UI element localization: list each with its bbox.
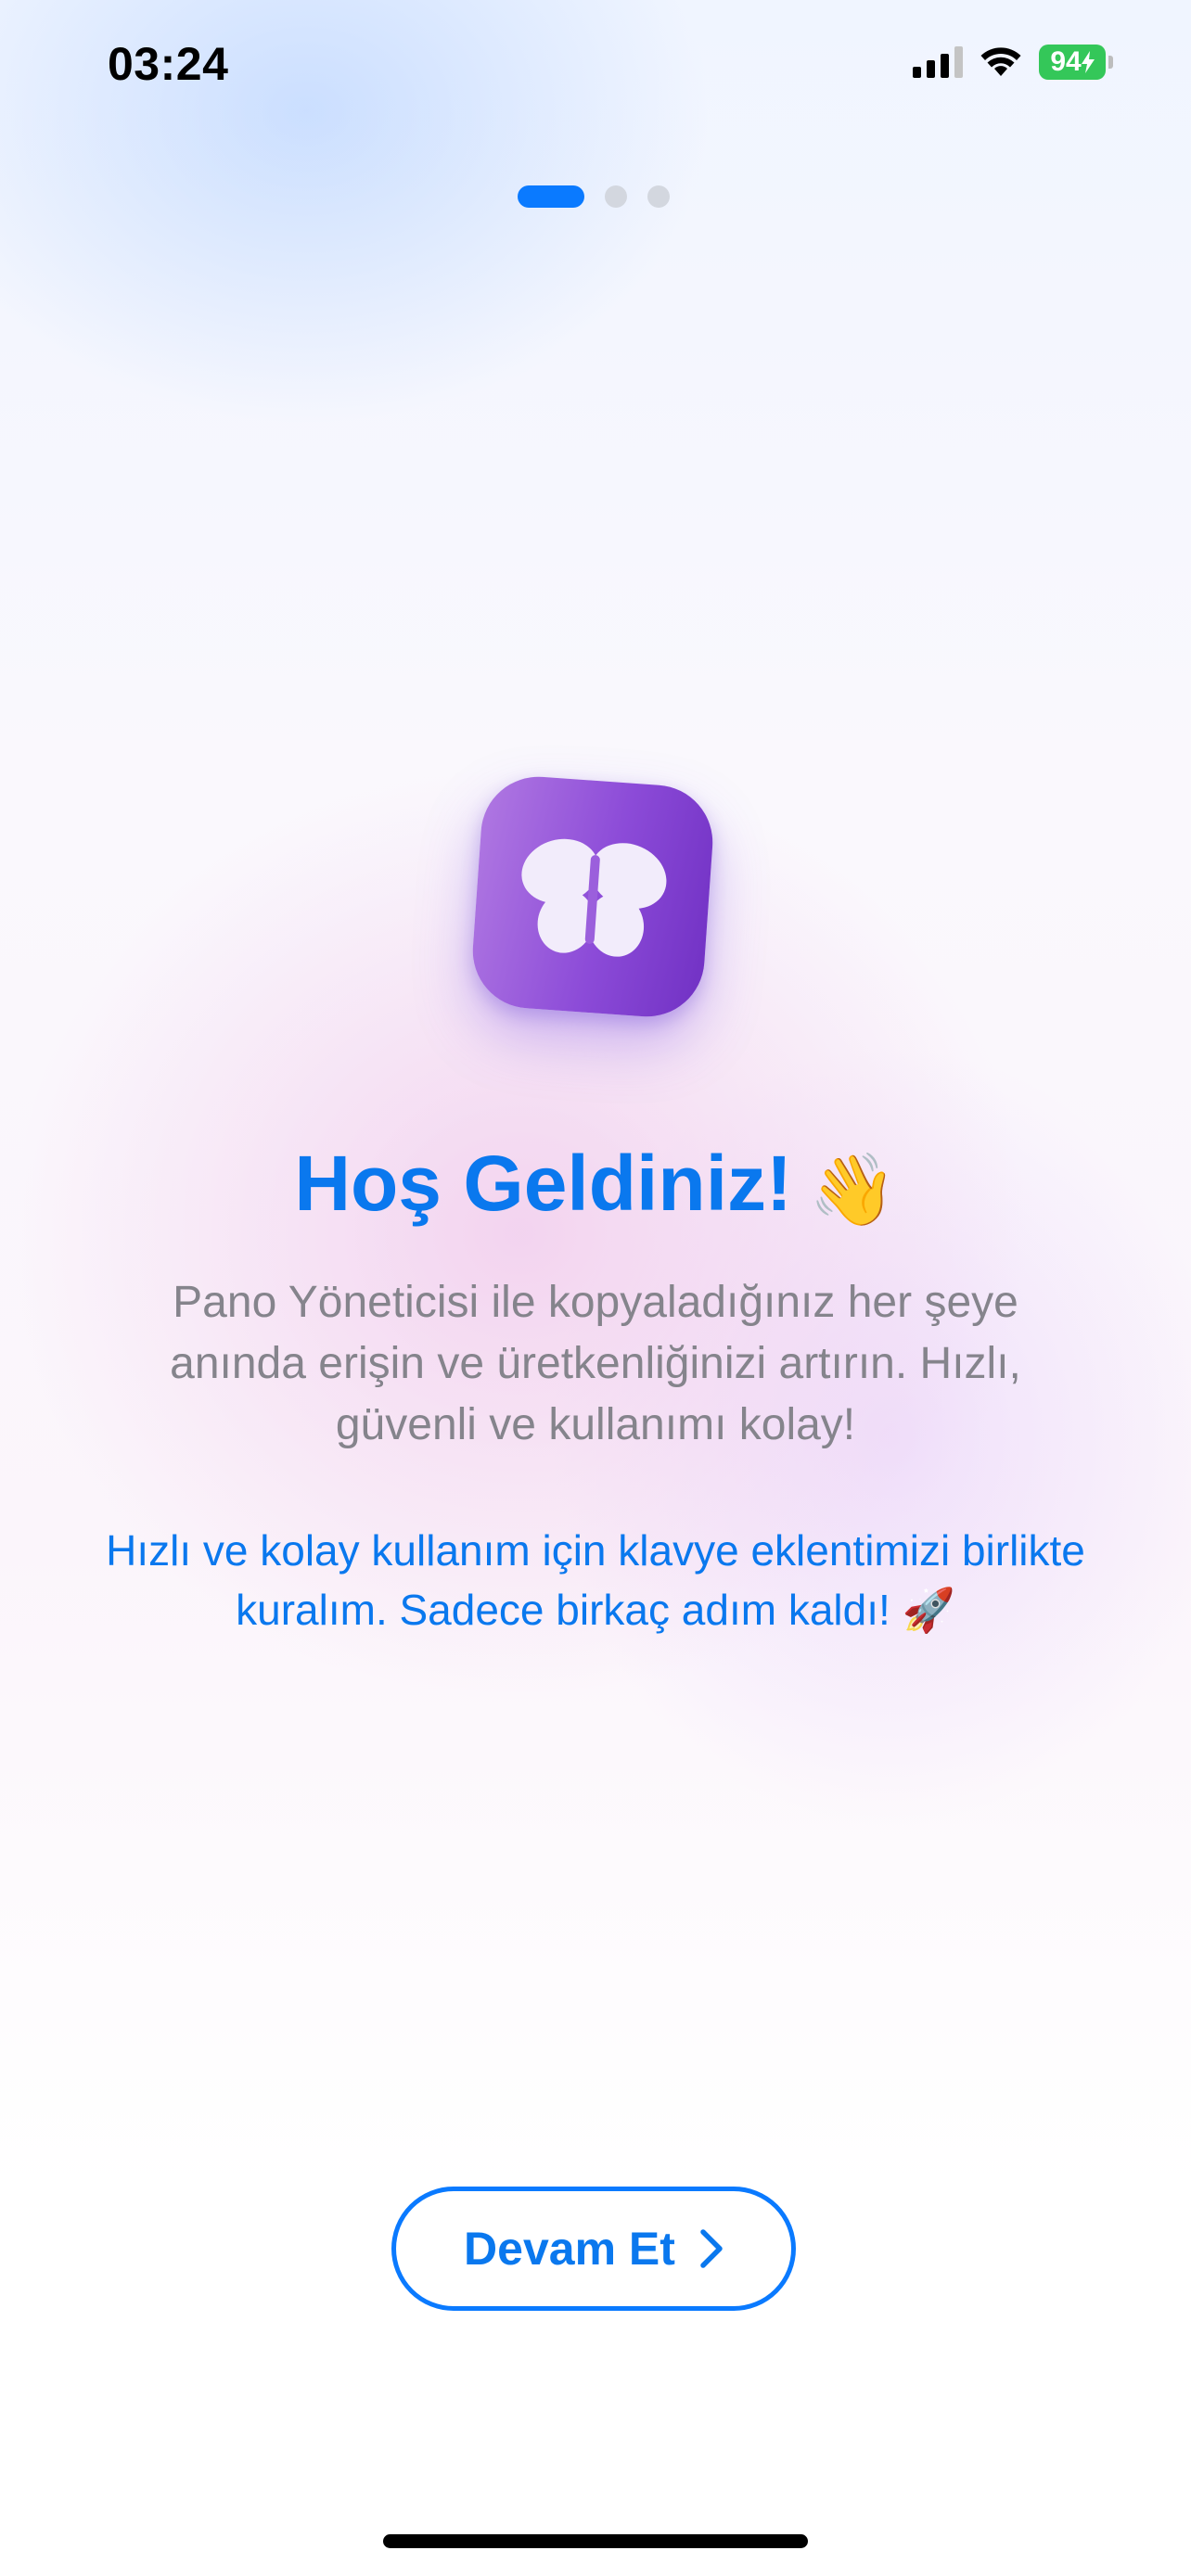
page-dot-1-active[interactable] xyxy=(518,185,584,208)
battery-icon: 94 xyxy=(1039,45,1113,80)
page-dot-2[interactable] xyxy=(605,185,627,208)
welcome-title-row: Hoş Geldiniz! 👋 xyxy=(0,1139,1191,1231)
status-icons: 94 xyxy=(913,45,1113,80)
continue-button[interactable]: Devam Et xyxy=(391,2187,796,2311)
welcome-description: Pano Yöneticisi ile kopyaladığınız her ş… xyxy=(170,1278,1021,1449)
chevron-right-icon xyxy=(700,2229,723,2268)
welcome-title: Hoş Geldiniz! xyxy=(294,1140,793,1227)
setup-note: Hızlı ve kolay kullanım için klavye ekle… xyxy=(106,1526,1085,1634)
page-indicator[interactable] xyxy=(518,185,670,208)
butterfly-icon xyxy=(521,838,667,957)
battery-level: 94 xyxy=(1039,45,1106,80)
charging-bolt-icon xyxy=(1081,51,1095,73)
signal-icon xyxy=(913,46,963,78)
waving-hand-icon: 👋 xyxy=(809,1151,897,1230)
continue-button-label: Devam Et xyxy=(464,2223,675,2275)
status-time: 03:24 xyxy=(108,38,229,90)
app-logo xyxy=(468,772,717,1021)
home-indicator[interactable] xyxy=(383,2534,808,2548)
wifi-icon xyxy=(980,47,1021,76)
page-dot-3[interactable] xyxy=(647,185,670,208)
